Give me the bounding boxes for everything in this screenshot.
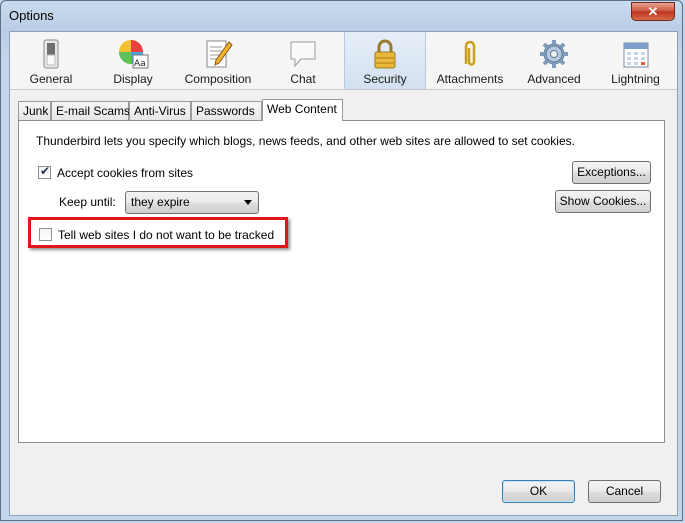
tab-label: Anti-Virus <box>134 104 186 118</box>
pane-security[interactable]: Security <box>344 32 426 89</box>
pane-advanced[interactable]: Advanced <box>514 32 594 89</box>
pane-display[interactable]: Aa Display <box>92 32 174 89</box>
speech-bubble-icon <box>290 41 316 68</box>
pane-label: General <box>29 72 73 86</box>
keep-until-label: Keep until: <box>59 195 116 209</box>
tab-label: Web Content <box>267 102 337 116</box>
cancel-button[interactable]: Cancel <box>588 480 661 503</box>
show-cookies-button[interactable]: Show Cookies... <box>555 190 651 213</box>
tab-label: Junk <box>23 104 49 118</box>
pane-label: Advanced <box>527 72 581 86</box>
color-wheel-icon: Aa <box>119 40 149 69</box>
pane-general[interactable]: General <box>10 32 92 89</box>
keep-until-value: they expire <box>131 195 190 209</box>
gear-icon <box>540 40 568 68</box>
pane-label: Security <box>363 72 407 86</box>
pane-label: Chat <box>290 72 316 86</box>
pane-label: Composition <box>184 72 252 86</box>
tab-label: Passwords <box>196 104 255 118</box>
web-content-description: Thunderbird lets you specify which blogs… <box>36 134 575 148</box>
window-title: Options <box>9 8 54 23</box>
exceptions-button[interactable]: Exceptions... <box>572 161 651 184</box>
pane-label: Lightning <box>611 72 660 86</box>
pane-lightning[interactable]: Lightning <box>594 32 677 89</box>
tab-web-content[interactable]: Web Content <box>262 99 343 121</box>
padlock-icon <box>374 39 396 69</box>
ok-button[interactable]: OK <box>502 480 575 503</box>
web-content-panel: Thunderbird lets you specify which blogs… <box>18 120 665 443</box>
dialog-client-area: General Aa Display Composition Chat Secu… <box>9 31 678 516</box>
keep-until-select[interactable]: they expire <box>125 191 259 214</box>
pane-attachments[interactable]: Attachments <box>426 32 514 89</box>
chevron-down-icon <box>244 200 252 205</box>
tab-anti-virus[interactable]: Anti-Virus <box>129 101 191 120</box>
tab-label: E-mail Scams <box>56 104 131 118</box>
preference-panes: General Aa Display Composition Chat Secu… <box>10 32 677 90</box>
accept-cookies-checkbox[interactable] <box>38 164 51 179</box>
options-window: Options ✕ General Aa Display Composition… <box>0 0 683 521</box>
accept-cookies-label[interactable]: Accept cookies from sites <box>57 166 193 180</box>
svg-text:Aa: Aa <box>134 59 146 69</box>
calendar-icon <box>623 42 648 68</box>
annotation-highlight-box <box>28 217 288 248</box>
tab-junk[interactable]: Junk <box>18 101 51 120</box>
title-bar[interactable]: Options ✕ <box>1 1 685 31</box>
pane-label: Attachments <box>436 72 504 86</box>
pane-label: Display <box>113 72 153 86</box>
document-pencil-icon <box>206 40 233 68</box>
tab-email-scams[interactable]: E-mail Scams <box>51 101 131 120</box>
close-icon: ✕ <box>647 3 659 19</box>
pane-composition[interactable]: Composition <box>174 32 262 89</box>
paperclip-icon <box>464 40 476 66</box>
pane-chat[interactable]: Chat <box>262 32 344 89</box>
close-button[interactable]: ✕ <box>631 2 675 21</box>
switch-icon <box>43 39 59 69</box>
tab-passwords[interactable]: Passwords <box>191 101 262 120</box>
